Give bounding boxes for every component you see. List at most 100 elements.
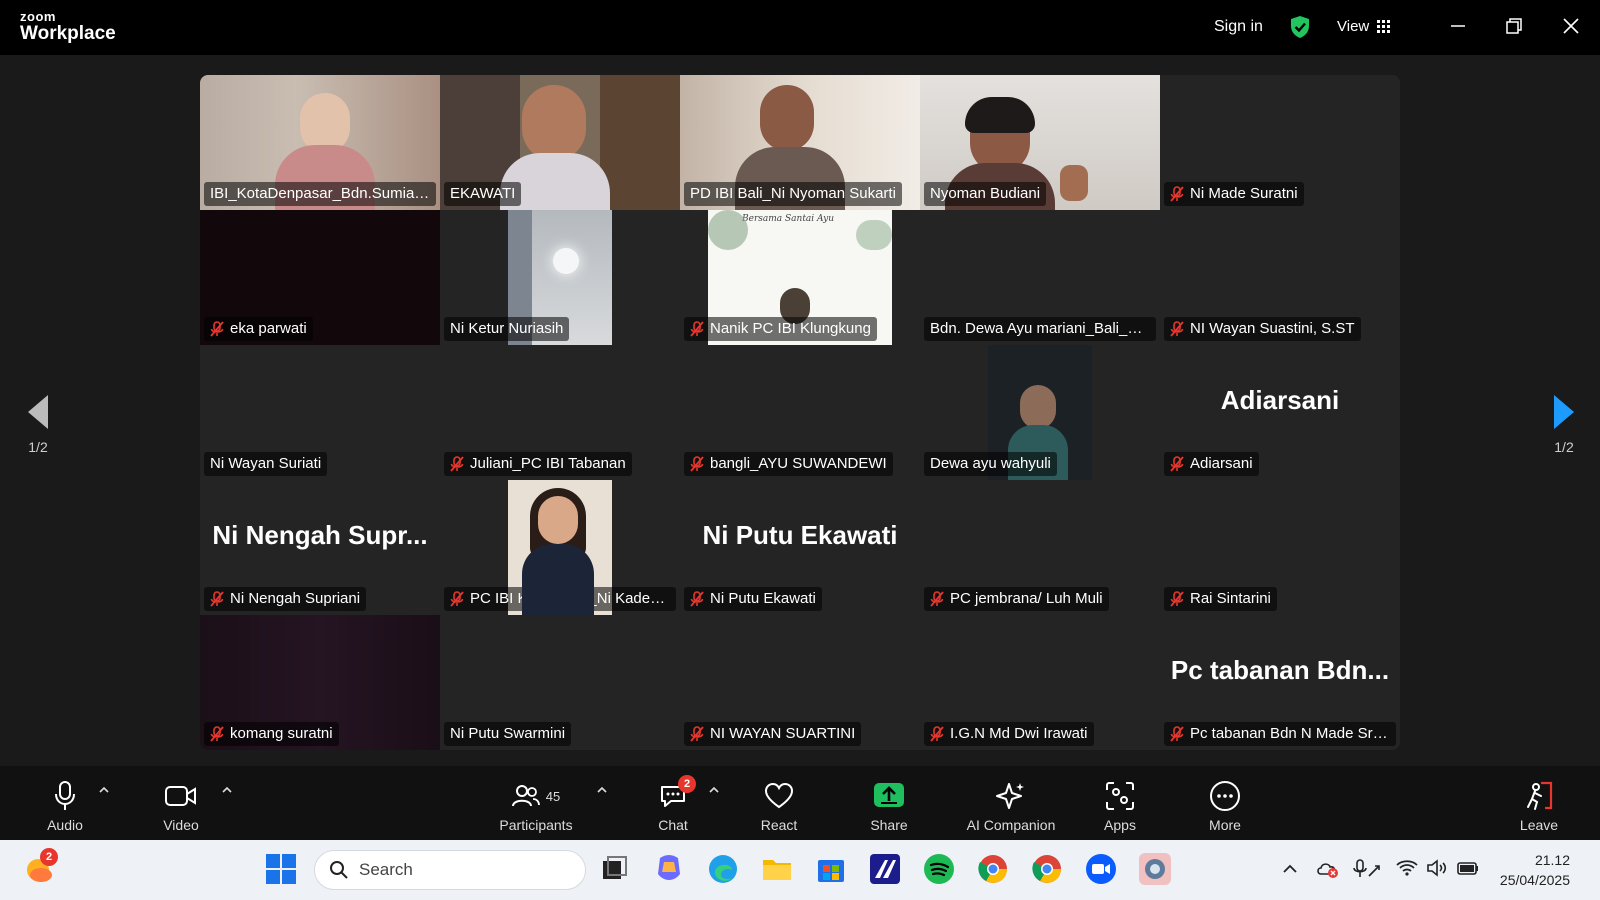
- taskbar-search-input[interactable]: Search: [314, 850, 586, 890]
- copilot-icon[interactable]: [652, 852, 686, 886]
- participant-tile[interactable]: PC IBI Klungkung_Ni Kadek ...: [440, 480, 680, 615]
- participant-name: IBI_KotaDenpasar_Bdn.Sumiati,...: [210, 185, 430, 202]
- battery-charging-icon[interactable]: [1456, 858, 1480, 878]
- restore-icon[interactable]: [1502, 14, 1526, 38]
- participant-tile[interactable]: eka parwati: [200, 210, 440, 345]
- participant-tile[interactable]: Ni Ketur Nuriasih: [440, 210, 680, 345]
- chrome-icon-1[interactable]: [976, 852, 1010, 886]
- more-dots-icon: [1210, 781, 1240, 811]
- clock-time: 21.12: [1534, 852, 1570, 868]
- onedrive-error-icon[interactable]: [1316, 858, 1340, 880]
- apps-button[interactable]: Apps: [1098, 779, 1142, 833]
- close-icon[interactable]: [1559, 14, 1583, 38]
- vpn-app-icon[interactable]: [868, 852, 902, 886]
- participant-tile[interactable]: Juliani_PC IBI Tabanan: [440, 345, 680, 480]
- participant-tile[interactable]: Ni Nengah Supr... Ni Nengah Supriani: [200, 480, 440, 615]
- leave-button[interactable]: Leave: [1516, 779, 1562, 833]
- file-explorer-icon[interactable]: [760, 852, 794, 886]
- participant-tile[interactable]: I.G.N Md Dwi Irawati: [920, 615, 1160, 750]
- participant-name-label: PD IBI Bali_Ni Nyoman Sukarti: [684, 182, 902, 206]
- participant-display-name: Pc tabanan Bdn...: [1170, 655, 1390, 685]
- microphone-in-use-icon[interactable]: [1352, 858, 1382, 880]
- security-shield-icon[interactable]: [1289, 15, 1311, 39]
- participant-name: eka parwati: [230, 320, 307, 337]
- participant-tile[interactable]: Ni Putu Ekawati Ni Putu Ekawati: [680, 480, 920, 615]
- microsoft-store-icon[interactable]: [814, 852, 848, 886]
- participant-tile[interactable]: PC jembrana/ Luh Muli: [920, 480, 1160, 615]
- muted-microphone-icon: [690, 725, 704, 742]
- next-page-button[interactable]: 1/2: [1544, 395, 1584, 455]
- title-bar: zoom Workplace Sign in View: [0, 0, 1600, 55]
- muted-microphone-icon: [690, 590, 704, 607]
- participant-tile[interactable]: PD IBI Bali_Ni Nyoman Sukarti: [680, 75, 920, 210]
- participant-tile[interactable]: EKAWATI: [440, 75, 680, 210]
- zoom-taskbar-icon[interactable]: [1084, 852, 1118, 886]
- taskbar-clock[interactable]: 21.12 25/04/2025: [1500, 850, 1570, 890]
- ai-companion-button[interactable]: AI Companion: [956, 779, 1066, 833]
- participant-name-label: Nyoman Budiani: [924, 182, 1047, 206]
- arrow-left-icon: [28, 395, 48, 429]
- participant-tile[interactable]: Adiarsani Adiarsani: [1160, 345, 1400, 480]
- previous-page-button[interactable]: 1/2: [18, 395, 58, 455]
- ai-companion-label: AI Companion: [966, 817, 1056, 833]
- participant-tile[interactable]: Pc tabanan Bdn... Pc tabanan Bdn N Made S…: [1160, 615, 1400, 750]
- volume-icon[interactable]: [1426, 858, 1448, 878]
- muted-microphone-icon: [1170, 455, 1184, 472]
- participant-name-label: Bdn. Dewa Ayu mariani_Bali_Gi...: [924, 317, 1156, 341]
- video-options-chevron-icon[interactable]: [221, 784, 233, 796]
- minimize-icon[interactable]: [1446, 14, 1470, 38]
- wifi-icon[interactable]: [1396, 858, 1418, 878]
- audio-button[interactable]: Audio: [40, 779, 90, 833]
- share-button[interactable]: Share: [862, 779, 916, 833]
- participant-tile[interactable]: NI WAYAN SUARTINI: [680, 615, 920, 750]
- react-button[interactable]: React: [754, 779, 804, 833]
- participant-tile[interactable]: Nyoman Budiani: [920, 75, 1160, 210]
- show-hidden-icons-chevron-icon[interactable]: [1282, 862, 1298, 876]
- participant-tile[interactable]: Bersama Santai Ayu Nanik PC IBI Klungkung: [680, 210, 920, 345]
- participant-tile[interactable]: Ni Wayan Suriati: [200, 345, 440, 480]
- sign-in-button[interactable]: Sign in: [1214, 18, 1263, 36]
- chrome-icon-2[interactable]: [1030, 852, 1064, 886]
- view-button[interactable]: View: [1337, 18, 1391, 35]
- logo-bottom-text: Workplace: [20, 23, 116, 44]
- participant-tile[interactable]: Rai Sintarini: [1160, 480, 1400, 615]
- participant-name: Ni Made Suratni: [1190, 185, 1298, 202]
- audio-options-chevron-icon[interactable]: [98, 784, 110, 796]
- search-placeholder: Search: [359, 860, 413, 879]
- task-view-icon[interactable]: [598, 852, 632, 886]
- participants-button[interactable]: 45 Participants: [490, 779, 582, 833]
- apps-label: Apps: [1104, 817, 1136, 833]
- muted-microphone-icon: [690, 455, 704, 472]
- participant-tile[interactable]: NI Wayan Suastini, S.ST: [1160, 210, 1400, 345]
- camera-app-icon[interactable]: [1138, 852, 1172, 886]
- participant-tile[interactable]: komang suratni: [200, 615, 440, 750]
- participant-name: Nyoman Budiani: [930, 185, 1041, 202]
- participant-tile[interactable]: Ni Made Suratni: [1160, 75, 1400, 210]
- windows-start-icon[interactable]: [264, 852, 298, 886]
- participant-tile[interactable]: Bdn. Dewa Ayu mariani_Bali_Gi...: [920, 210, 1160, 345]
- chat-button[interactable]: 2 Chat: [650, 775, 696, 833]
- participant-name: Ni Putu Ekawati: [710, 590, 816, 607]
- more-label: More: [1209, 817, 1241, 833]
- participant-name-label: Juliani_PC IBI Tabanan: [444, 452, 632, 476]
- more-button[interactable]: More: [1200, 779, 1250, 833]
- heart-icon: [764, 782, 794, 809]
- chat-options-chevron-icon[interactable]: [708, 784, 720, 796]
- muted-microphone-icon: [690, 320, 704, 337]
- participant-name-label: NI Wayan Suastini, S.ST: [1164, 317, 1361, 341]
- participant-name-label: Ni Putu Swarmini: [444, 722, 572, 746]
- video-button[interactable]: Video: [154, 779, 208, 833]
- participants-options-chevron-icon[interactable]: [596, 784, 608, 796]
- leave-label: Leave: [1519, 817, 1559, 833]
- participant-tile[interactable]: Ni Putu Swarmini: [440, 615, 680, 750]
- participant-tile[interactable]: IBI_KotaDenpasar_Bdn.Sumiati,...: [200, 75, 440, 210]
- react-label: React: [760, 817, 798, 833]
- weather-widget[interactable]: 2: [22, 848, 58, 886]
- muted-microphone-icon: [1170, 590, 1184, 607]
- participant-tile[interactable]: Dewa ayu wahyuli: [920, 345, 1160, 480]
- muted-microphone-icon: [450, 590, 464, 607]
- spotify-icon[interactable]: [922, 852, 956, 886]
- gallery-grid: IBI_KotaDenpasar_Bdn.Sumiati,... EKAWATI P…: [200, 75, 1400, 750]
- participant-tile[interactable]: bangli_AYU SUWANDEWI: [680, 345, 920, 480]
- edge-browser-icon[interactable]: [706, 852, 740, 886]
